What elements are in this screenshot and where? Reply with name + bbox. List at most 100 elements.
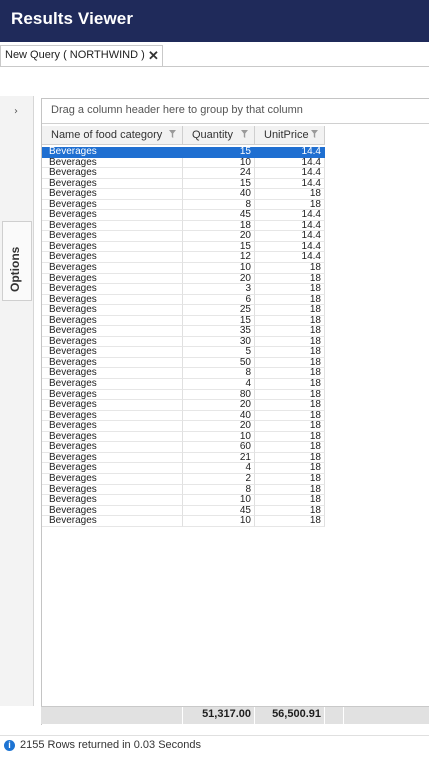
table-row[interactable]: Beverages 20 18 xyxy=(42,273,429,285)
cell-quantity[interactable]: 45 xyxy=(183,210,255,221)
cell-quantity[interactable]: 20 xyxy=(183,273,255,285)
cell-unitprice[interactable]: 18 xyxy=(255,463,325,474)
table-row[interactable]: Beverages 8 18 xyxy=(42,199,429,211)
cell-unitprice[interactable]: 18 xyxy=(255,189,325,200)
cell-category[interactable]: Beverages xyxy=(42,273,183,285)
cell-category[interactable]: Beverages xyxy=(42,463,183,474)
cell-quantity[interactable]: 5 xyxy=(183,347,255,358)
cell-unitprice[interactable]: 18 xyxy=(255,347,325,358)
table-row[interactable]: Beverages 40 18 xyxy=(42,410,429,422)
cell-category[interactable]: Beverages xyxy=(42,147,183,158)
cell-unitprice[interactable]: 14.4 xyxy=(255,210,325,221)
table-row[interactable]: Beverages 6 18 xyxy=(42,294,429,306)
cell-category[interactable]: Beverages xyxy=(42,473,183,485)
table-row[interactable]: Beverages 10 14.4 xyxy=(42,157,429,169)
cell-unitprice[interactable]: 18 xyxy=(255,263,325,274)
table-row[interactable]: Beverages 10 18 xyxy=(42,516,429,527)
cell-quantity[interactable]: 8 xyxy=(183,484,255,496)
cell-unitprice[interactable]: 18 xyxy=(255,336,325,348)
cell-quantity[interactable]: 45 xyxy=(183,505,255,517)
cell-unitprice[interactable]: 18 xyxy=(255,305,325,316)
cell-quantity[interactable]: 18 xyxy=(183,220,255,232)
cell-quantity[interactable]: 15 xyxy=(183,315,255,327)
cell-category[interactable]: Beverages xyxy=(42,326,183,337)
table-row[interactable]: Beverages 40 18 xyxy=(42,189,429,200)
filter-icon[interactable] xyxy=(311,130,318,138)
cell-category[interactable]: Beverages xyxy=(42,336,183,348)
cell-category[interactable]: Beverages xyxy=(42,178,183,190)
table-row[interactable]: Beverages 80 18 xyxy=(42,389,429,401)
cell-category[interactable]: Beverages xyxy=(42,315,183,327)
table-row[interactable]: Beverages 4 18 xyxy=(42,463,429,474)
table-row[interactable]: Beverages 20 14.4 xyxy=(42,231,429,242)
table-row[interactable]: Beverages 21 18 xyxy=(42,452,429,464)
cell-unitprice[interactable]: 18 xyxy=(255,410,325,422)
cell-quantity[interactable]: 24 xyxy=(183,168,255,179)
cell-quantity[interactable]: 10 xyxy=(183,495,255,506)
cell-quantity[interactable]: 40 xyxy=(183,410,255,422)
table-row[interactable]: Beverages 10 18 xyxy=(42,431,429,443)
cell-unitprice[interactable]: 14.4 xyxy=(255,241,325,253)
cell-unitprice[interactable]: 18 xyxy=(255,326,325,337)
table-row[interactable]: Beverages 60 18 xyxy=(42,442,429,453)
cell-unitprice[interactable]: 14.4 xyxy=(255,178,325,190)
cell-category[interactable]: Beverages xyxy=(42,263,183,274)
cell-quantity[interactable]: 35 xyxy=(183,326,255,337)
cell-category[interactable]: Beverages xyxy=(42,294,183,306)
cell-category[interactable]: Beverages xyxy=(42,210,183,221)
cell-category[interactable]: Beverages xyxy=(42,400,183,411)
cell-quantity[interactable]: 40 xyxy=(183,189,255,200)
cell-quantity[interactable]: 25 xyxy=(183,305,255,316)
cell-category[interactable]: Beverages xyxy=(42,252,183,264)
filter-icon[interactable] xyxy=(241,130,248,138)
cell-quantity[interactable]: 15 xyxy=(183,241,255,253)
cell-quantity[interactable]: 8 xyxy=(183,368,255,380)
cell-quantity[interactable]: 60 xyxy=(183,442,255,453)
cell-category[interactable]: Beverages xyxy=(42,189,183,200)
cell-quantity[interactable]: 15 xyxy=(183,147,255,158)
cell-unitprice[interactable]: 18 xyxy=(255,357,325,369)
table-row[interactable]: Beverages 15 18 xyxy=(42,315,429,327)
cell-unitprice[interactable]: 18 xyxy=(255,452,325,464)
cell-category[interactable]: Beverages xyxy=(42,505,183,517)
cell-quantity[interactable]: 3 xyxy=(183,284,255,295)
table-row[interactable]: Beverages 5 18 xyxy=(42,347,429,358)
table-row[interactable]: Beverages 35 18 xyxy=(42,326,429,337)
cell-category[interactable]: Beverages xyxy=(42,495,183,506)
cell-unitprice[interactable]: 18 xyxy=(255,284,325,295)
cell-unitprice[interactable]: 18 xyxy=(255,516,325,527)
cell-category[interactable]: Beverages xyxy=(42,347,183,358)
table-row[interactable]: Beverages 25 18 xyxy=(42,305,429,316)
cell-unitprice[interactable]: 18 xyxy=(255,505,325,517)
cell-quantity[interactable]: 10 xyxy=(183,516,255,527)
cell-category[interactable]: Beverages xyxy=(42,389,183,401)
table-row[interactable]: Beverages 12 14.4 xyxy=(42,252,429,264)
table-row[interactable]: Beverages 45 18 xyxy=(42,505,429,517)
cell-quantity[interactable]: 10 xyxy=(183,431,255,443)
cell-unitprice[interactable]: 18 xyxy=(255,400,325,411)
table-row[interactable]: Beverages 15 14.4 xyxy=(42,241,429,253)
cell-quantity[interactable]: 2 xyxy=(183,473,255,485)
column-header-unitprice[interactable]: UnitPrice xyxy=(255,126,325,145)
cell-category[interactable]: Beverages xyxy=(42,357,183,369)
cell-unitprice[interactable]: 18 xyxy=(255,379,325,390)
table-row[interactable]: Beverages 45 14.4 xyxy=(42,210,429,221)
cell-unitprice[interactable]: 18 xyxy=(255,421,325,432)
cell-unitprice[interactable]: 14.4 xyxy=(255,147,325,158)
cell-category[interactable]: Beverages xyxy=(42,168,183,179)
cell-category[interactable]: Beverages xyxy=(42,241,183,253)
group-by-panel[interactable]: Drag a column header here to group by th… xyxy=(42,99,429,124)
cell-unitprice[interactable]: 18 xyxy=(255,273,325,285)
cell-quantity[interactable]: 8 xyxy=(183,199,255,211)
cell-quantity[interactable]: 30 xyxy=(183,336,255,348)
cell-category[interactable]: Beverages xyxy=(42,231,183,242)
cell-unitprice[interactable]: 14.4 xyxy=(255,252,325,264)
table-row[interactable]: Beverages 15 14.4 xyxy=(42,147,429,158)
chevron-right-icon[interactable]: › xyxy=(14,106,18,117)
cell-quantity[interactable]: 4 xyxy=(183,463,255,474)
cell-category[interactable]: Beverages xyxy=(42,484,183,496)
cell-unitprice[interactable]: 18 xyxy=(255,495,325,506)
cell-quantity[interactable]: 4 xyxy=(183,379,255,390)
table-row[interactable]: Beverages 50 18 xyxy=(42,357,429,369)
cell-quantity[interactable]: 20 xyxy=(183,400,255,411)
